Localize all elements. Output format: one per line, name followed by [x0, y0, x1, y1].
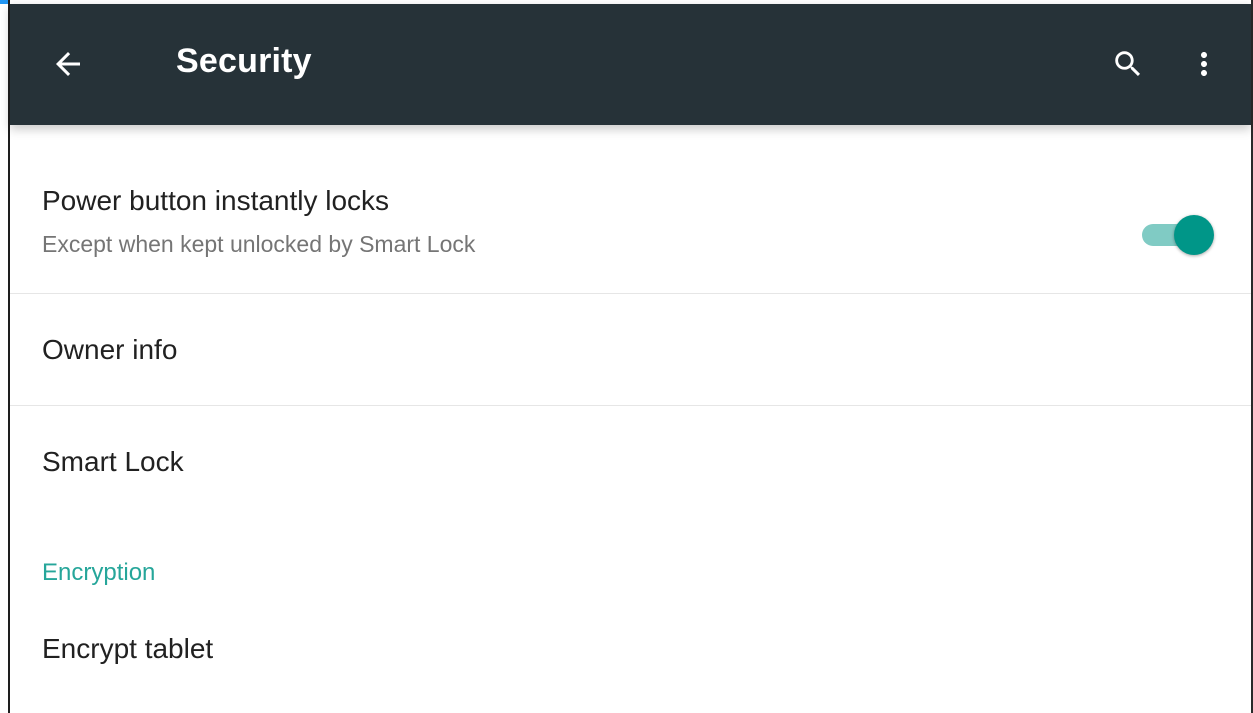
arrow-back-icon [56, 52, 80, 76]
setting-encrypt-tablet[interactable]: Encrypt tablet [10, 603, 1251, 713]
more-vert-icon [1201, 52, 1207, 76]
section-header-encryption: Encryption [42, 559, 156, 586]
settings-list: Power button instantly locks Except when… [10, 125, 1251, 713]
toggle-thumb [1174, 215, 1214, 255]
setting-title: Power button instantly locks [42, 185, 390, 216]
setting-smart-lock[interactable]: Smart Lock [10, 406, 1251, 518]
screenshot-frame: Security Power button instantly locks Ex… [0, 0, 1253, 713]
setting-title: Owner info [42, 334, 178, 365]
setting-power-button-locks[interactable]: Power button instantly locks Except when… [10, 143, 1251, 293]
setting-owner-info[interactable]: Owner info [10, 294, 1251, 405]
more-options-button[interactable] [1180, 40, 1228, 88]
power-button-lock-toggle[interactable] [1142, 213, 1214, 257]
search-icon [1115, 51, 1141, 77]
setting-title: Smart Lock [42, 446, 184, 477]
app-bar: Security [10, 4, 1251, 125]
page-title: Security [176, 42, 312, 80]
setting-summary: Except when kept unlocked by Smart Lock [42, 231, 476, 257]
back-button[interactable] [44, 40, 92, 88]
setting-title: Encrypt tablet [42, 633, 214, 664]
search-button[interactable] [1104, 40, 1152, 88]
